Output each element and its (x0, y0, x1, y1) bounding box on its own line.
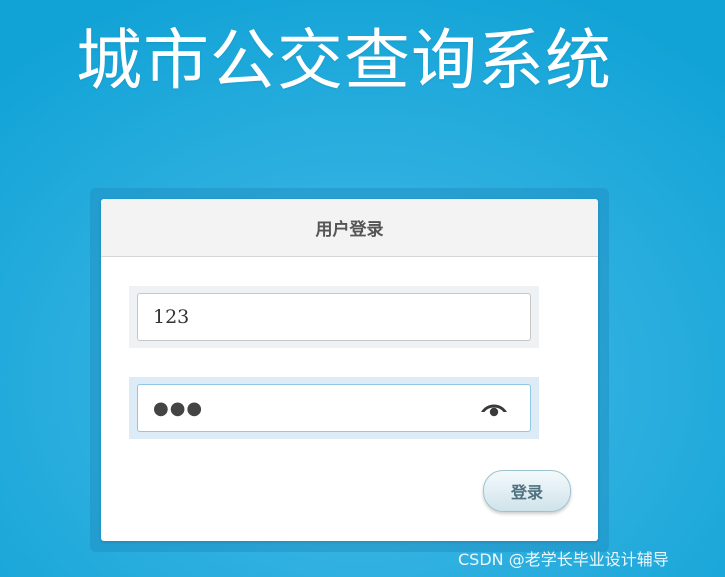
password-field-wrapper: ●●● (129, 377, 539, 439)
login-card: 用户登录 123 ●●● 登录 (101, 199, 598, 541)
login-button[interactable]: 登录 (483, 470, 571, 512)
eye-icon[interactable] (480, 401, 508, 417)
watermark: CSDN @老学长毕业设计辅导 (458, 550, 669, 569)
login-card-header: 用户登录 (101, 199, 598, 257)
password-input[interactable]: ●●● (137, 384, 531, 432)
login-card-title: 用户登录 (315, 220, 384, 240)
app-title: 城市公交查询系统 (76, 22, 612, 99)
username-field-wrapper: 123 (129, 286, 539, 348)
username-input[interactable]: 123 (137, 293, 531, 341)
username-value: 123 (153, 306, 190, 328)
password-mask: ●●● (153, 397, 204, 419)
